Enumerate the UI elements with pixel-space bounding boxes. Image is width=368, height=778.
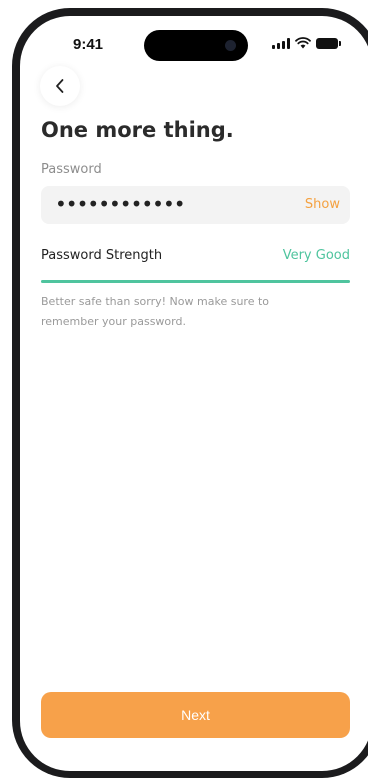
password-label: Password <box>41 162 102 177</box>
battery-icon <box>316 37 341 49</box>
next-button-label: Next <box>181 707 210 723</box>
show-password-button[interactable]: Show <box>305 197 340 212</box>
status-icons <box>272 37 341 49</box>
dynamic-island <box>144 30 248 61</box>
status-bar: 9:41 <box>20 16 368 72</box>
password-strength-bar <box>41 280 350 283</box>
wifi-icon <box>295 37 311 49</box>
page-title: One more thing. <box>41 118 234 142</box>
password-strength-fill <box>41 280 350 283</box>
password-strength-label: Password Strength <box>41 248 163 263</box>
next-button[interactable]: Next <box>41 692 350 738</box>
password-hint: Better safe than sorry! Now make sure to… <box>41 295 269 328</box>
status-time: 9:41 <box>73 36 104 53</box>
camera-icon <box>225 40 236 51</box>
chevron-left-icon <box>56 79 64 93</box>
password-strength-value: Very Good <box>282 248 350 263</box>
signal-icon <box>272 37 290 49</box>
phone-screen: 9:41 One more thing. Password ••••••••••… <box>20 16 368 771</box>
back-button[interactable] <box>40 66 80 106</box>
password-value: •••••••••••• <box>55 192 186 216</box>
password-field[interactable]: •••••••••••• Show <box>41 186 350 224</box>
